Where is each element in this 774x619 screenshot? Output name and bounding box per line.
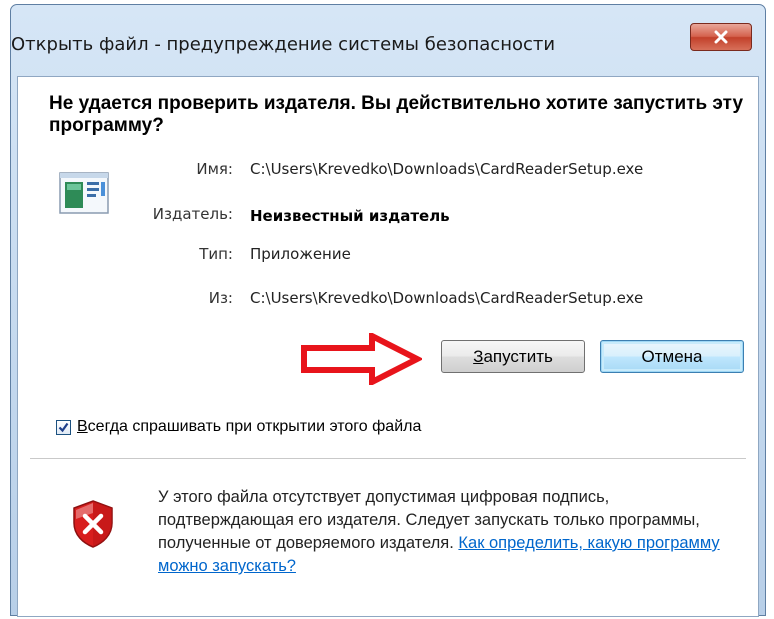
warning-message: У этого файла отсутствует допустимая циф… <box>158 486 738 578</box>
from-label: Из: <box>208 289 233 307</box>
checkmark-icon <box>58 422 69 432</box>
close-icon <box>714 30 728 44</box>
cancel-button[interactable]: Отмена <box>600 340 744 373</box>
from-value: C:\Users\Krevedko\Downloads\CardReaderSe… <box>250 289 644 307</box>
publisher-value: Неизвестный издатель <box>250 207 450 225</box>
shield-error-icon <box>73 500 113 548</box>
cancel-button-label: Отмена <box>641 346 703 366</box>
type-label: Тип: <box>199 245 233 263</box>
publisher-label: Издатель: <box>152 205 233 223</box>
close-button[interactable] <box>690 23 752 51</box>
always-ask-option[interactable]: Всегда спрашивать при открытии этого фай… <box>56 418 421 436</box>
name-label: Имя: <box>196 160 233 178</box>
divider <box>30 458 746 459</box>
name-value: C:\Users\Krevedko\Downloads\CardReaderSe… <box>250 160 644 178</box>
dialog-body: Не удается проверить издателя. Вы действ… <box>17 76 759 617</box>
red-arrow-icon <box>301 333 422 385</box>
security-warning-dialog: Открыть файл - предупреждение системы бе… <box>10 4 766 617</box>
always-ask-label[interactable]: Всегда спрашивать при открытии этого фай… <box>77 418 421 436</box>
window-title: Открыть файл - предупреждение системы бе… <box>11 34 556 55</box>
title-bar[interactable]: Открыть файл - предупреждение системы бе… <box>11 5 765 81</box>
always-ask-checkbox[interactable] <box>56 419 71 435</box>
run-button[interactable]: Запустить <box>441 340 585 373</box>
type-value: Приложение <box>250 245 351 263</box>
run-button-label: Запустить <box>473 346 553 366</box>
dialog-heading: Не удается проверить издателя. Вы действ… <box>49 93 744 136</box>
application-file-icon <box>59 172 109 214</box>
